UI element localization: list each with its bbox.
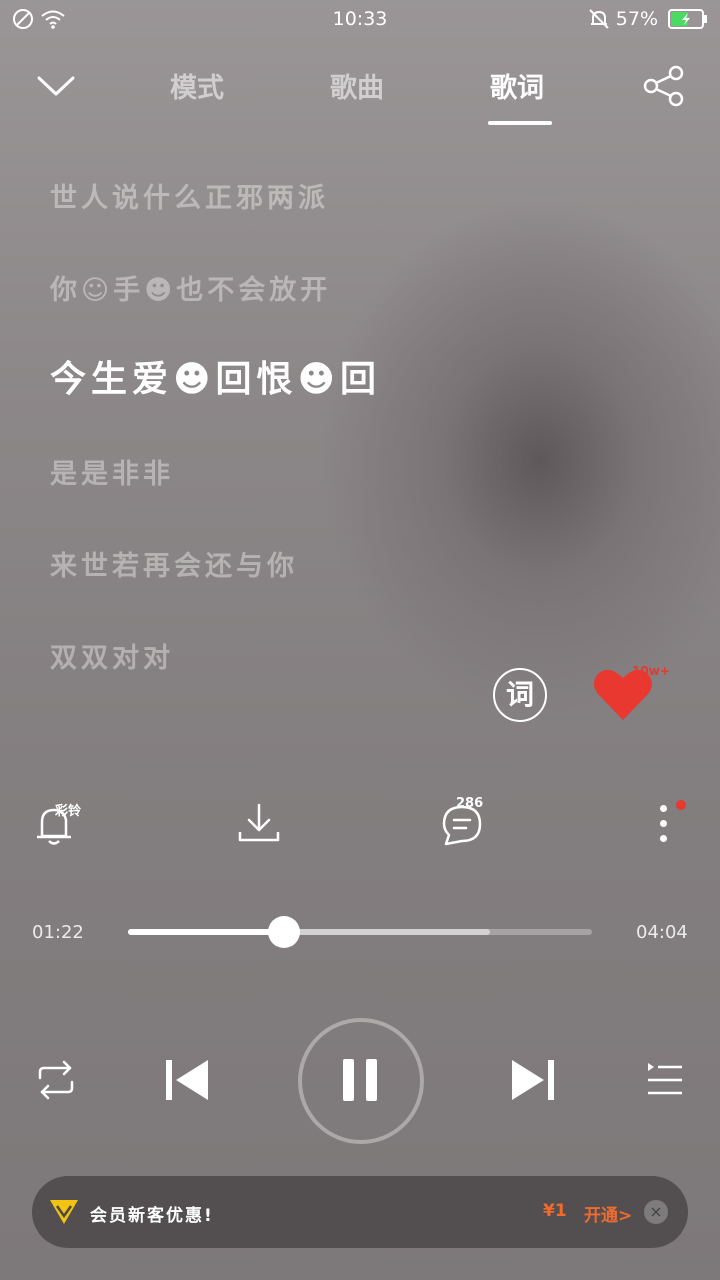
tab-mode[interactable]: 模式 (170, 66, 224, 105)
playlist-icon[interactable] (644, 1060, 686, 1100)
vip-price: ¥1 (543, 1201, 567, 1221)
lyric-line: 你☺手☻也不会放开 (50, 275, 332, 306)
pause-icon (343, 1059, 379, 1101)
lyric-line: 来世若再会还与你 (50, 551, 298, 582)
more-dot (660, 820, 667, 827)
tab-song[interactable]: 歌曲 (330, 66, 384, 105)
comment-count: 286 (456, 796, 484, 811)
share-icon[interactable] (642, 64, 686, 108)
active-tab-indicator (488, 121, 552, 125)
notification-dot (676, 800, 686, 810)
pause-bar (366, 1059, 377, 1101)
lyric-line: 世人说什么正邪两派 (50, 183, 329, 214)
elapsed-time: 01:22 (32, 922, 84, 943)
status-time: 10:33 (332, 8, 388, 30)
favorite-count: 10w+ (632, 664, 670, 678)
more-dot (660, 805, 667, 812)
lyric-line: 是是非非 (50, 459, 174, 490)
vip-promo-text: 会员新客优惠! (90, 1206, 214, 1226)
total-time: 04:04 (636, 922, 688, 943)
pause-bar (343, 1059, 354, 1101)
vip-open-button[interactable]: 开通> (584, 1201, 632, 1226)
next-icon[interactable] (508, 1058, 556, 1102)
tab-lyrics[interactable]: 歌词 (490, 66, 544, 105)
lyric-line: 双双对对 (50, 643, 174, 674)
played-bar (128, 929, 284, 935)
previous-icon[interactable] (164, 1058, 212, 1102)
lyric-line-current: 今生爱☻回恨☻回 (50, 359, 382, 400)
collapse-chevron-icon[interactable] (36, 72, 76, 100)
repeat-icon[interactable] (32, 1058, 80, 1102)
mute-bell-icon (589, 9, 609, 29)
more-dot (660, 835, 667, 842)
ringtone-label: 彩铃 (55, 804, 82, 819)
download-icon[interactable] (237, 802, 281, 844)
vip-close-button[interactable]: × (644, 1200, 668, 1224)
battery-percent: 57% (615, 8, 658, 30)
status-bar: 10:33 57% (0, 0, 720, 40)
battery-icon (668, 9, 707, 29)
vip-diamond-icon (50, 1200, 78, 1224)
progress-thumb[interactable] (267, 916, 300, 948)
lyric-poster-button[interactable]: 词 (493, 668, 547, 722)
